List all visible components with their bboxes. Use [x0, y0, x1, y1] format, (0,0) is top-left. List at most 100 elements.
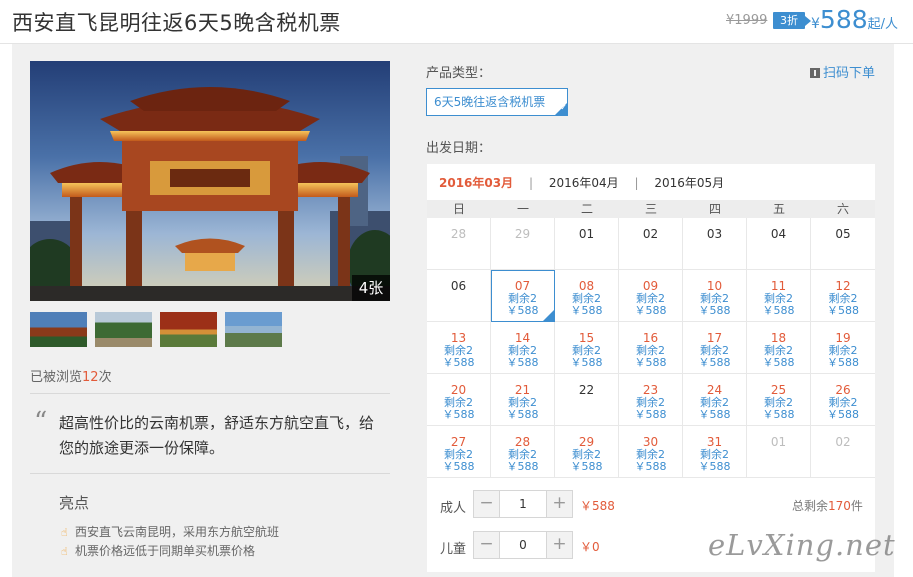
thumbnail-4[interactable]: [225, 312, 282, 347]
view-prefix: 已被浏览: [30, 370, 83, 385]
child-quantity-input[interactable]: 0: [500, 532, 546, 558]
main-photo[interactable]: 4张: [30, 61, 390, 301]
calendar-day-available[interactable]: 31 剩余2 ￥588: [683, 426, 747, 478]
month-tab-2[interactable]: 2016年04月: [549, 176, 619, 190]
calendar-day-available[interactable]: 18 剩余2 ￥588: [747, 322, 811, 374]
day-price: ￥588: [570, 356, 603, 369]
calendar-day-available[interactable]: 21 剩余2 ￥588: [491, 374, 555, 426]
header-bar: 西安直飞昆明往返6天5晚含税机票 ¥1999 3折 ¥588起/人: [0, 0, 913, 44]
day-number: 02: [835, 435, 851, 449]
day-price: ￥588: [698, 460, 731, 473]
calendar-day-available[interactable]: 14 剩余2 ￥588: [491, 322, 555, 374]
current-price: ¥588起/人: [811, 5, 898, 34]
weekday-label: 六: [836, 202, 849, 216]
calendar-day-available[interactable]: 19 剩余2 ￥588: [811, 322, 875, 374]
child-plus-button[interactable]: +: [546, 532, 572, 558]
calendar-day-available[interactable]: 15 剩余2 ￥588: [555, 322, 619, 374]
selected-check-icon: [555, 103, 567, 115]
thumbnail-2[interactable]: [95, 312, 152, 347]
child-price: ￥0: [580, 540, 600, 554]
highlight-text: 机票价格远低于同期单买机票价格: [75, 544, 256, 558]
day-price: ￥588: [762, 304, 795, 317]
thumbnail-1[interactable]: [30, 312, 87, 347]
adult-minus-button[interactable]: −: [474, 491, 500, 517]
day-price: ￥588: [762, 408, 795, 421]
calendar-day-available[interactable]: 30 剩余2 ￥588: [619, 426, 683, 478]
calendar-day-available[interactable]: 11 剩余2 ￥588: [747, 270, 811, 322]
calendar-day: 05: [811, 218, 875, 270]
month-tab-3[interactable]: 2016年05月: [654, 176, 724, 190]
month-tabs: 2016年03月 | 2016年04月 | 2016年05月: [439, 174, 736, 191]
day-price: ￥588: [634, 356, 667, 369]
calendar-day-available[interactable]: 29 剩余2 ￥588: [555, 426, 619, 478]
calendar-day: 22: [555, 374, 619, 426]
child-label: 儿童: [440, 542, 467, 557]
qr-code-icon: [810, 68, 820, 78]
day-number: 22: [578, 383, 595, 397]
month-tab-1[interactable]: 2016年03月: [439, 176, 513, 190]
day-price: ￥588: [570, 460, 603, 473]
selected-check-icon: [543, 310, 554, 321]
child-minus-button[interactable]: −: [474, 532, 500, 558]
divider: [30, 393, 390, 394]
archway-photo-illustration: [30, 87, 390, 301]
calendar-day: 01: [555, 218, 619, 270]
total-remaining: 总剩余170件: [792, 497, 863, 514]
day-price: ￥588: [634, 304, 667, 317]
calendar-day-available[interactable]: 16 剩余2 ￥588: [619, 322, 683, 374]
day-price: ￥588: [506, 460, 539, 473]
weekday-label: 二: [580, 202, 593, 216]
quote-icon: “: [34, 407, 48, 437]
view-count: 已被浏览12次: [30, 366, 112, 385]
calendar-day-available[interactable]: 20 剩余2 ￥588: [427, 374, 491, 426]
thumbnail-3[interactable]: [160, 312, 217, 347]
discount-badge: 3折: [773, 12, 811, 29]
day-price: ￥588: [762, 356, 795, 369]
calendar-day-available[interactable]: 10 剩余2 ￥588: [683, 270, 747, 322]
price-unit: 起/人: [867, 17, 899, 32]
calendar-day-available[interactable]: 09 剩余2 ￥588: [619, 270, 683, 322]
calendar-day-available[interactable]: 08 剩余2 ￥588: [555, 270, 619, 322]
highlight-text: 西安直飞云南昆明，采用东方航空航班: [75, 525, 280, 539]
calendar-day-available[interactable]: 07 剩余2 ￥588: [491, 270, 555, 322]
product-description: 超高性价比的云南机票，舒适东方航空直飞，给您的旅途更添一份保障。: [59, 414, 375, 457]
calendar-day: 06: [427, 270, 491, 322]
divider: [30, 473, 390, 474]
day-number: 02: [642, 227, 659, 241]
adult-price: ￥588: [580, 499, 615, 513]
adult-plus-button[interactable]: +: [546, 491, 572, 517]
month-separator: |: [528, 176, 533, 190]
adult-quantity-input[interactable]: 1: [500, 491, 546, 517]
calendar-day-available[interactable]: 25 剩余2 ￥588: [747, 374, 811, 426]
calendar-day-available[interactable]: 24 剩余2 ￥588: [683, 374, 747, 426]
calendar-day-available[interactable]: 26 剩余2 ￥588: [811, 374, 875, 426]
product-type-label: 产品类型：: [426, 66, 492, 81]
adult-label: 成人: [440, 501, 467, 516]
photo-count-badge[interactable]: 4张: [352, 275, 390, 301]
day-price: ￥588: [698, 408, 731, 421]
calendar-day-available[interactable]: 27 剩余2 ￥588: [427, 426, 491, 478]
weekday-label: 五: [772, 202, 785, 216]
weekday-header: 日一二三四五六: [427, 200, 875, 218]
remaining-count: 170: [828, 499, 851, 513]
highlight-item-2: ☝ 机票价格远低于同期单买机票价格: [61, 542, 255, 559]
weekday-label: 四: [708, 202, 721, 216]
day-number: 03: [706, 227, 723, 241]
day-price: ￥588: [698, 356, 731, 369]
scan-order-link[interactable]: 扫码下单: [810, 62, 875, 81]
calendar-day-available[interactable]: 13 剩余2 ￥588: [427, 322, 491, 374]
thumbs-up-icon: ☝: [61, 545, 68, 558]
departure-date-label: 出发日期：: [426, 141, 492, 156]
highlights-title: 亮点: [59, 494, 90, 512]
day-price: ￥588: [634, 408, 667, 421]
calendar-day-available[interactable]: 17 剩余2 ￥588: [683, 322, 747, 374]
day-price: ￥588: [442, 408, 475, 421]
product-type-text: 6天5晚往返含税机票: [434, 95, 546, 109]
calendar-day-available[interactable]: 23 剩余2 ￥588: [619, 374, 683, 426]
view-suffix: 次: [98, 370, 112, 385]
calendar-day-available[interactable]: 12 剩余2 ￥588: [811, 270, 875, 322]
product-type-option[interactable]: 6天5晚往返含税机票: [426, 88, 568, 116]
scan-order-text: 扫码下单: [823, 66, 876, 81]
calendar-day-available[interactable]: 28 剩余2 ￥588: [491, 426, 555, 478]
calendar-day: 02: [619, 218, 683, 270]
